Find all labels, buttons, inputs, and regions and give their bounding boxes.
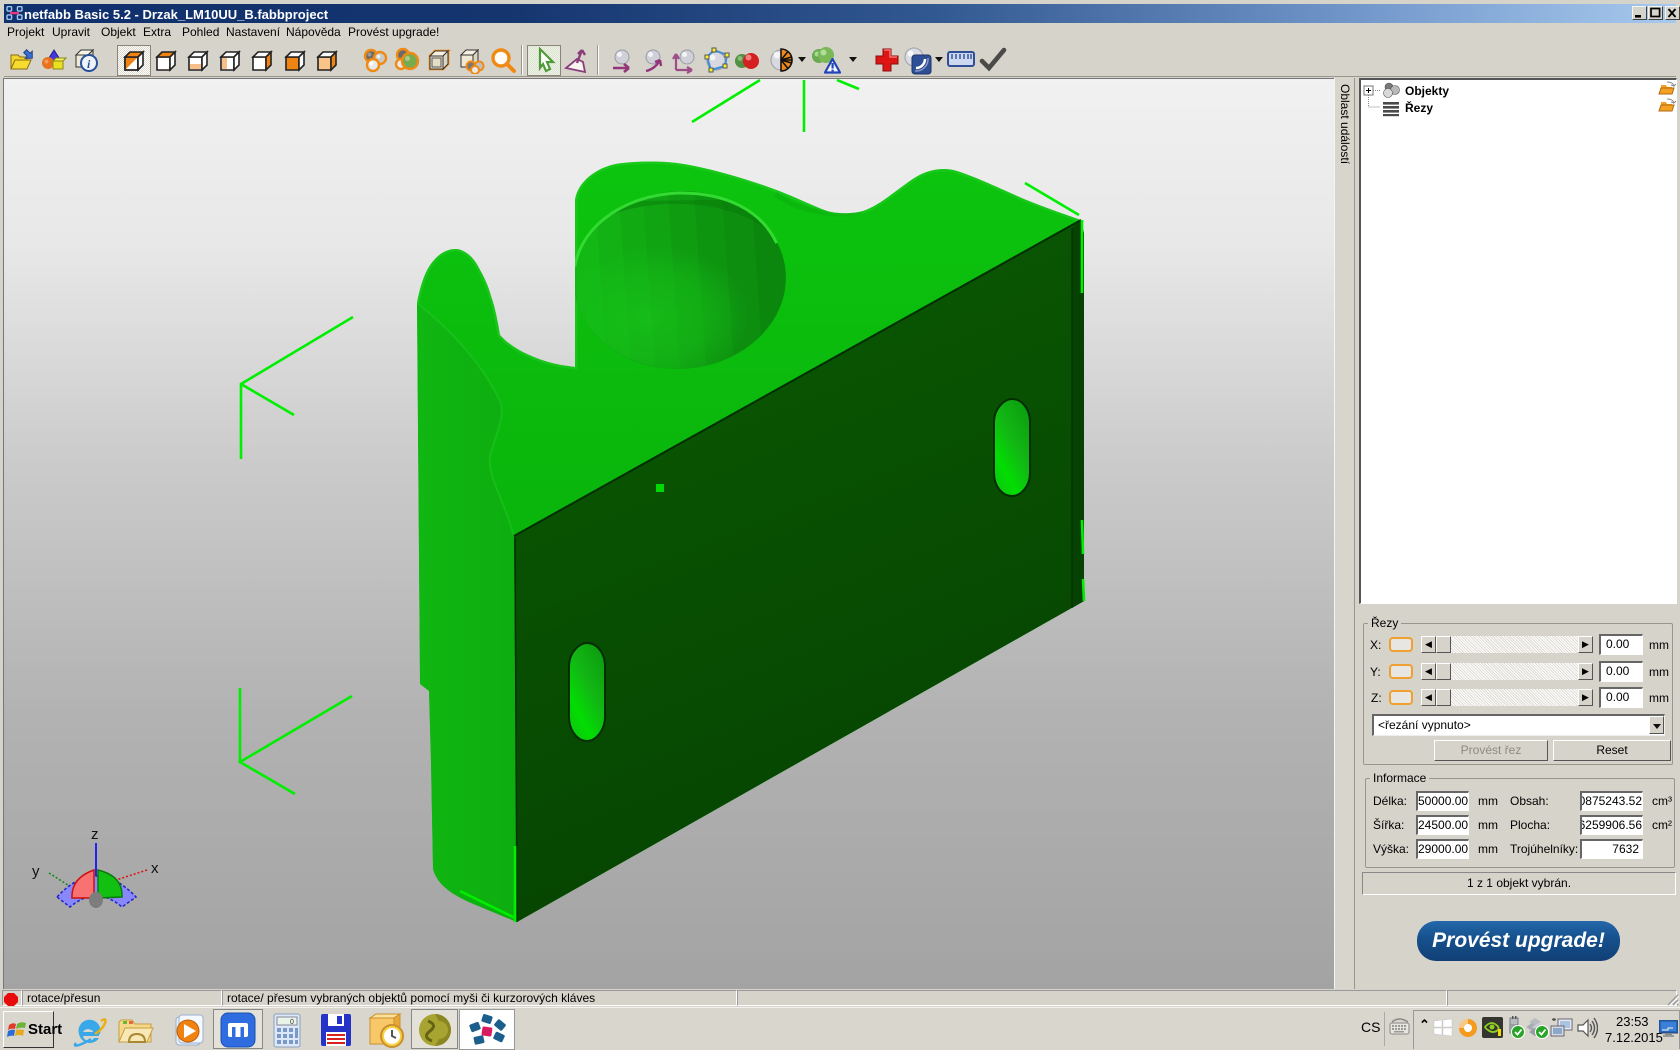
svg-text:x: x	[151, 860, 159, 877]
svg-text:0: 0	[290, 1019, 294, 1026]
svg-text:z: z	[91, 826, 99, 843]
svg-text:y: y	[32, 863, 40, 880]
